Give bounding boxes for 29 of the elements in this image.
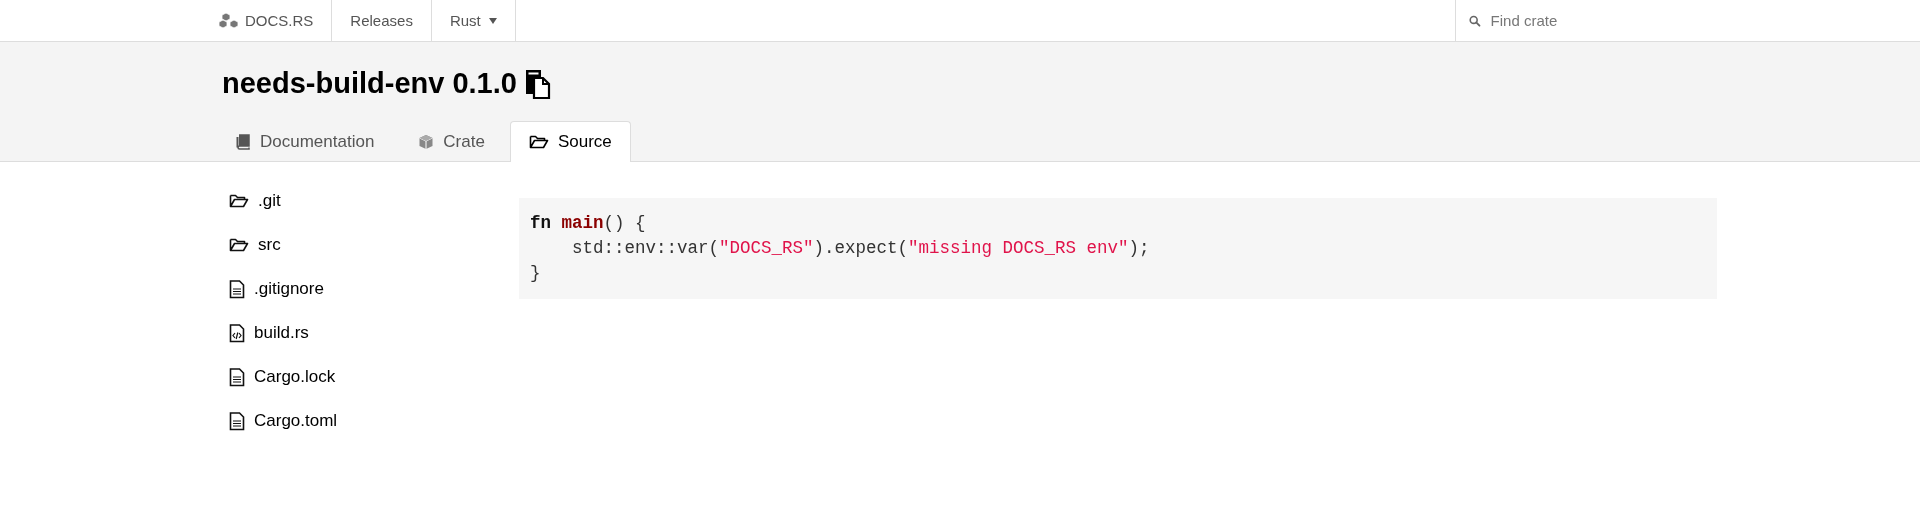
copy-icon[interactable] xyxy=(524,68,551,99)
file-item[interactable]: Cargo.lock xyxy=(229,364,336,390)
file-icon xyxy=(229,279,245,299)
code-line: fn main() { xyxy=(530,212,646,235)
file-item[interactable]: build.rs xyxy=(229,320,309,346)
code-file-icon xyxy=(229,323,245,343)
tab[interactable]: Crate xyxy=(399,121,504,162)
folder-item[interactable]: src xyxy=(229,232,281,258)
search-field[interactable]: Find crate xyxy=(1488,11,1709,30)
docs-logo-link[interactable]: DOCS.RS xyxy=(219,0,333,41)
nav-link[interactable]: Releases xyxy=(332,0,432,41)
cube-icon xyxy=(418,134,435,150)
tab[interactable]: Documentation xyxy=(216,121,394,162)
tab[interactable]: Source xyxy=(509,121,631,162)
folder-icon xyxy=(229,193,249,209)
book-icon xyxy=(235,134,251,150)
file-item[interactable]: .gitignore xyxy=(229,276,324,302)
code-line: } xyxy=(530,262,541,285)
menu-link[interactable]: Rust xyxy=(431,0,516,41)
folder-icon xyxy=(229,237,249,253)
crate-title: needs-build-env 0.1.0 xyxy=(222,67,517,100)
caret-icon xyxy=(488,17,497,24)
folder-item[interactable]: .git xyxy=(229,188,281,214)
file-icon xyxy=(229,367,245,387)
code-line: std::env::var("DOCS_RS").expect("missing DOCS_RS env"); xyxy=(571,237,1150,260)
cubes-icon xyxy=(219,12,239,29)
folder-icon xyxy=(528,134,549,150)
file-icon xyxy=(229,411,245,431)
file-item[interactable]: Cargo.toml xyxy=(229,408,338,434)
